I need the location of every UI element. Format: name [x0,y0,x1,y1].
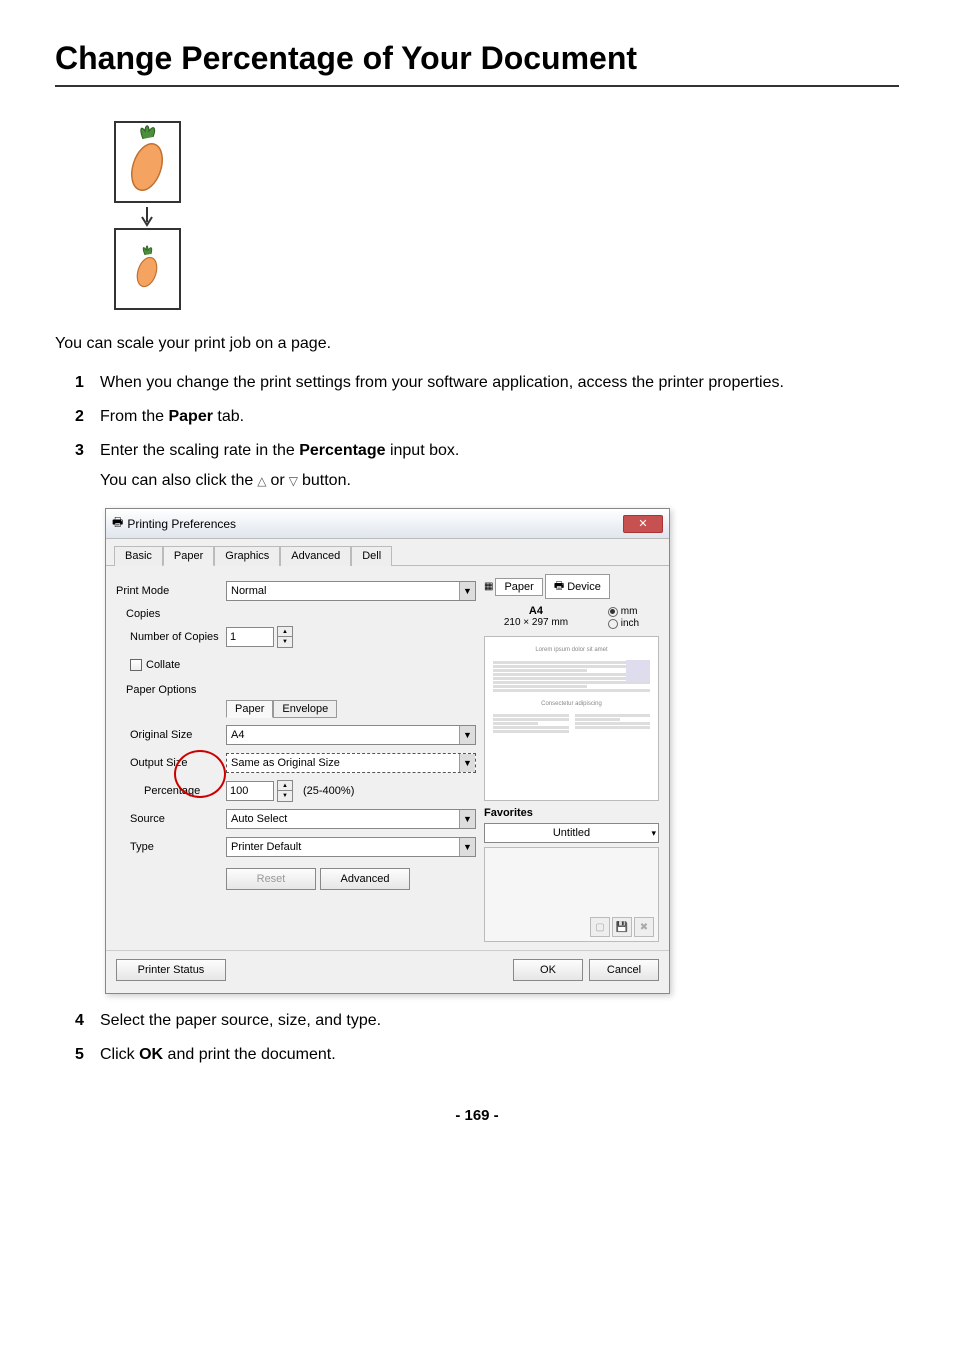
dialog-tabs: Basic Paper Graphics Advanced Dell [106,539,669,566]
intro-text: You can scale your print job on a page. [55,332,899,356]
original-size-label: Original Size [116,729,226,741]
chevron-down-icon: ▼ [459,754,475,772]
subtab-envelope[interactable]: Envelope [273,700,337,718]
tab-graphics[interactable]: Graphics [214,546,280,566]
favorites-delete-icon[interactable]: ✖ [634,917,654,937]
step-5-text: Click OK and print the document. [100,1043,899,1067]
favorites-label: Favorites [484,807,659,819]
page-number: - 169 - [55,1107,899,1124]
preview-tab-device[interactable]: 🖶 Device [545,574,610,599]
steps-list-continued: 4 Select the paper source, size, and typ… [75,1009,899,1067]
percentage-input[interactable]: 100 [226,781,274,801]
down-caret-icon: ▽ [289,472,298,490]
copies-group-label: Copies [116,608,476,620]
chevron-down-icon: ▼ [459,838,475,856]
step-number: 1 [75,371,100,395]
source-combo[interactable]: Auto Select ▼ [226,809,476,829]
step-1-text: When you change the print settings from … [100,371,899,395]
subtab-paper[interactable]: Paper [226,700,273,718]
chevron-down-icon: ▼ [459,582,475,600]
page-title: Change Percentage of Your Document [55,40,899,87]
chevron-down-icon: ▾ [651,828,656,839]
preview-tab-paper[interactable]: Paper [495,578,542,596]
printer-icon: 🖶 [112,513,123,534]
type-combo[interactable]: Printer Default ▼ [226,837,476,857]
favorites-save-icon[interactable]: 💾 [612,917,632,937]
cancel-button[interactable]: Cancel [589,959,659,981]
favorites-icon-1[interactable]: ▢ [590,917,610,937]
source-label: Source [116,813,226,825]
printing-preferences-dialog: 🖶 Printing Preferences ✕ Basic Paper Gra… [105,508,670,994]
advanced-button[interactable]: Advanced [320,868,410,890]
collate-checkbox[interactable]: Collate [116,659,226,671]
favorites-box: ▢ 💾 ✖ [484,847,659,942]
step-number: 5 [75,1043,100,1067]
original-size-combo[interactable]: A4 ▼ [226,725,476,745]
tab-paper[interactable]: Paper [163,546,214,566]
chevron-down-icon: ▼ [459,810,475,828]
step-4-text: Select the paper source, size, and type. [100,1009,899,1033]
step-number: 2 [75,405,100,429]
page-preview: Lorem ipsum dolor sit amet Consectetur a… [484,636,659,801]
spinner-up-button[interactable]: ▲ [278,627,292,637]
output-size-combo[interactable]: Same as Original Size ▼ [226,753,476,773]
ok-button[interactable]: OK [513,959,583,981]
spinner-up-button[interactable]: ▲ [278,781,292,791]
paper-options-label: Paper Options [116,684,476,696]
spinner-down-button[interactable]: ▼ [278,637,292,647]
tab-dell[interactable]: Dell [351,546,392,566]
print-mode-label: Print Mode [116,585,226,597]
dialog-title: 🖶 Printing Preferences [112,513,236,534]
up-caret-icon: △ [257,472,266,490]
chevron-down-icon: ▼ [459,726,475,744]
favorites-combo[interactable]: Untitled ▾ [484,823,659,843]
num-copies-label: Number of Copies [116,631,226,643]
paper-info: A4 210 × 297 mm mm inch [484,603,659,632]
output-size-label: Output Size [116,757,226,769]
step-2-text: From the Paper tab. [100,405,899,429]
printer-icon: 🖶 [554,577,564,596]
tab-advanced[interactable]: Advanced [280,546,351,566]
num-copies-input[interactable]: 1 [226,627,274,647]
printer-status-button[interactable]: Printer Status [116,959,226,981]
step-number: 3 [75,439,100,463]
page-preview-icon: ▦ [484,581,493,592]
step-3-text: Enter the scaling rate in the Percentage… [100,439,899,493]
percentage-range: (25-400%) [303,785,354,797]
unit-mm-radio[interactable]: mm [608,606,639,617]
close-button[interactable]: ✕ [623,515,663,533]
percentage-label: Percentage [116,785,226,797]
steps-list: 1 When you change the print settings fro… [75,371,899,493]
checkbox-icon [130,659,142,671]
tab-basic[interactable]: Basic [114,546,163,566]
type-label: Type [116,841,226,853]
step-number: 4 [75,1009,100,1033]
unit-inch-radio[interactable]: inch [608,618,639,629]
print-mode-combo[interactable]: Normal ▼ [226,581,476,601]
spinner-down-button[interactable]: ▼ [278,791,292,801]
scaling-illustration [105,117,899,312]
reset-button[interactable]: Reset [226,868,316,890]
